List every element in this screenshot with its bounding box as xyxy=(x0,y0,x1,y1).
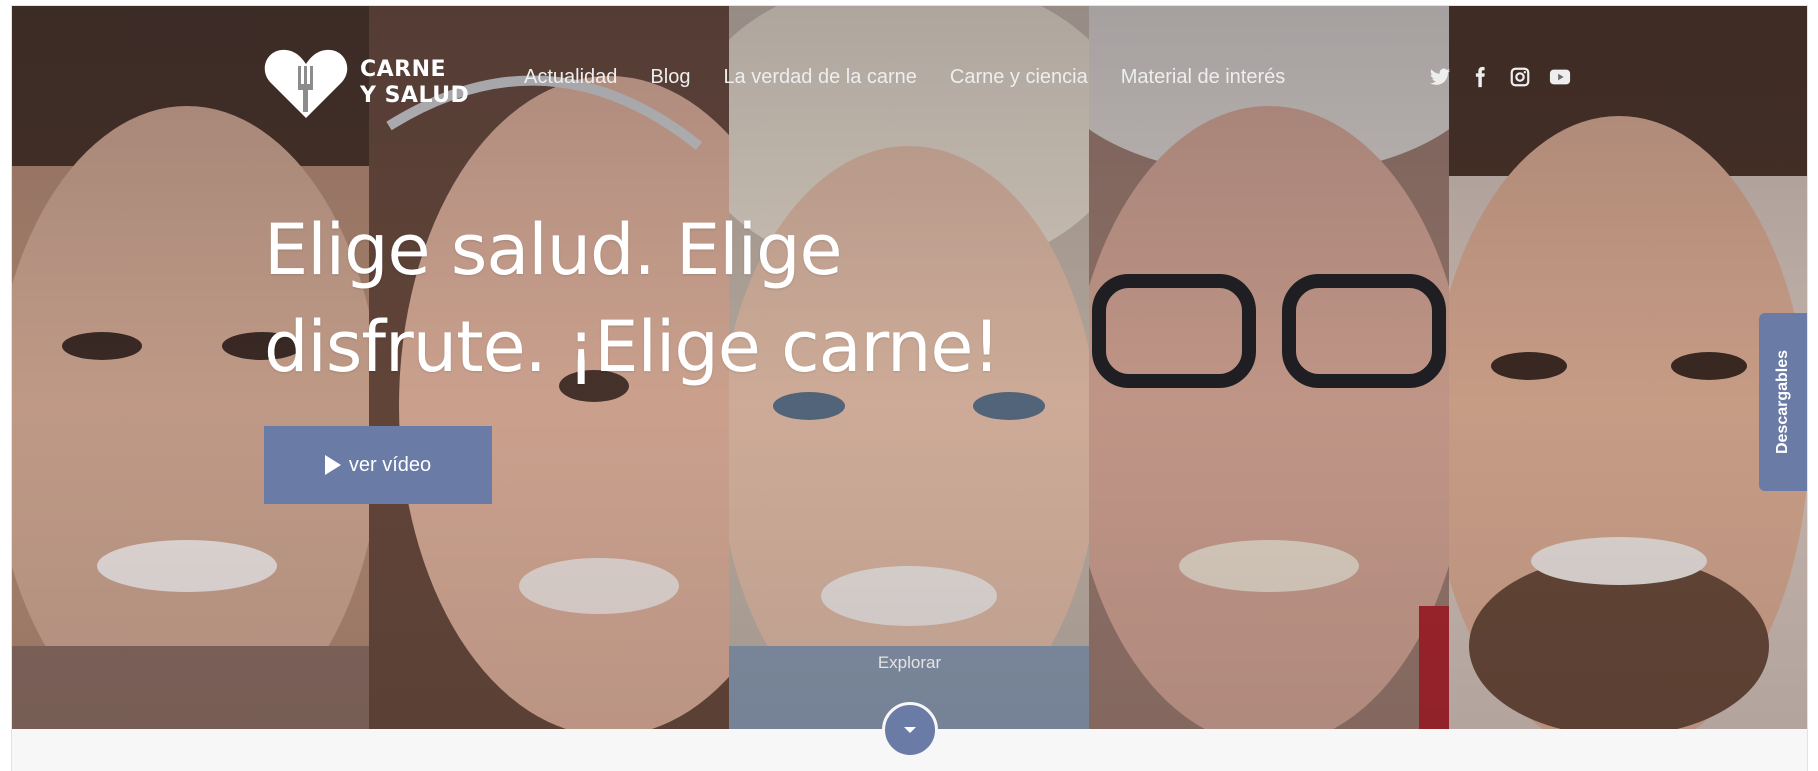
hero-headline: Elige salud. Elige disfrute. ¡Elige carn… xyxy=(264,209,1001,388)
twitter-icon[interactable] xyxy=(1429,66,1451,88)
explore-label: Explorar xyxy=(877,653,942,672)
explore-button[interactable] xyxy=(882,702,938,758)
instagram-icon[interactable] xyxy=(1509,66,1531,88)
main-nav: Actualidad Blog La verdad de la carne Ca… xyxy=(524,66,1318,89)
downloads-side-tab-label: Descargables xyxy=(1774,349,1791,455)
hero-photo-older-man xyxy=(1089,6,1449,729)
site-logo[interactable]: CARNE Y SALUD xyxy=(264,46,469,120)
nav-item-blog[interactable]: Blog xyxy=(650,66,690,89)
logo-text-line1: CARNE xyxy=(360,57,447,82)
nav-item-actualidad[interactable]: Actualidad xyxy=(524,66,617,89)
nav-item-la-verdad-de-la-carne[interactable]: La verdad de la carne xyxy=(723,66,916,89)
nav-item-material-de-interes[interactable]: Material de interés xyxy=(1121,66,1286,89)
play-icon xyxy=(324,455,341,475)
logo-text: CARNE Y SALUD xyxy=(360,57,469,109)
nav-item-carne-y-ciencia[interactable]: Carne y ciencia xyxy=(950,66,1088,89)
facebook-icon[interactable] xyxy=(1469,66,1491,88)
page: CARNE Y SALUD Actualidad Blog La verdad … xyxy=(12,6,1807,771)
downloads-side-tab[interactable]: Descargables xyxy=(1759,313,1807,491)
chevron-down-icon xyxy=(904,727,916,733)
logo-text-line2: Y SALUD xyxy=(360,83,470,108)
watch-video-button[interactable]: ver vídeo xyxy=(264,426,492,504)
watch-video-label: ver vídeo xyxy=(348,453,432,476)
hero-photo-bearded-man xyxy=(1449,6,1807,729)
social-links xyxy=(1429,66,1571,88)
heart-fork-icon xyxy=(264,49,348,118)
youtube-icon[interactable] xyxy=(1549,66,1571,88)
